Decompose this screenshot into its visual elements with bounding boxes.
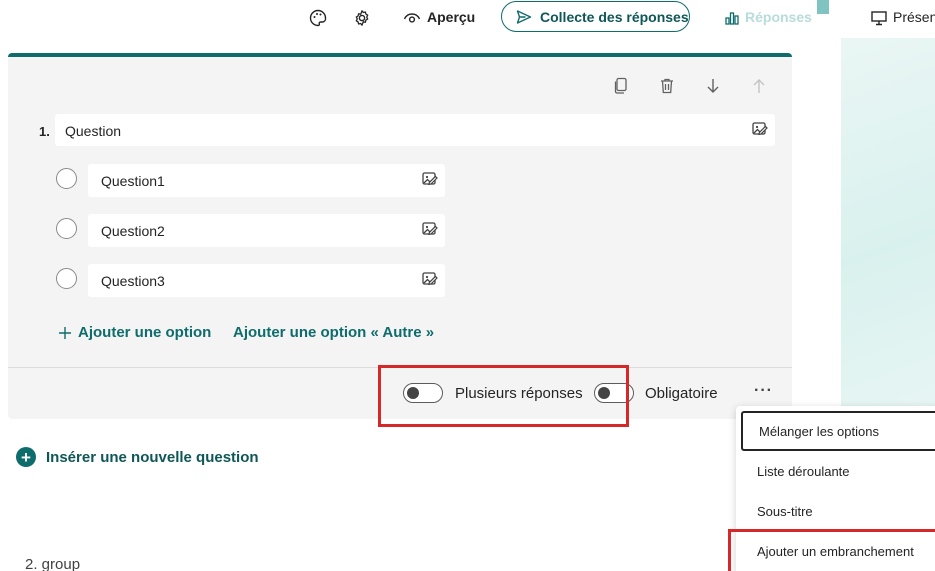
option-radio[interactable]: [56, 268, 77, 289]
option-input[interactable]: Question3: [88, 264, 445, 297]
menu-item-subtitle[interactable]: Sous-titre: [736, 491, 935, 531]
highlight-box: [728, 529, 935, 571]
option-input[interactable]: Question2: [88, 214, 445, 247]
preview-button[interactable]: Aperçu: [427, 9, 475, 25]
insert-question-button[interactable]: + Insérer une nouvelle question: [16, 447, 259, 467]
option-radio[interactable]: [56, 218, 77, 239]
menu-item-dropdown-list[interactable]: Liste déroulante: [736, 451, 935, 491]
insert-media-icon[interactable]: [751, 120, 769, 143]
question-number: 1.: [39, 124, 50, 139]
responses-tab[interactable]: Réponses: [745, 9, 812, 25]
send-icon: [516, 9, 532, 24]
trash-icon[interactable]: [656, 75, 678, 97]
option-label: Question2: [101, 223, 165, 239]
question-title-input[interactable]: Question: [55, 114, 775, 146]
bar-chart-icon[interactable]: [722, 8, 742, 28]
insert-media-icon[interactable]: [421, 220, 439, 243]
collect-responses-button[interactable]: Collecte des réponses: [501, 1, 690, 32]
option-input[interactable]: Question1: [88, 164, 445, 197]
more-options-button[interactable]: ···: [754, 382, 773, 400]
option-label: Question1: [101, 173, 165, 189]
insert-question-label: Insérer une nouvelle question: [46, 448, 259, 466]
present-button[interactable]: Présen: [893, 9, 935, 25]
gear-icon[interactable]: [352, 8, 372, 28]
decorative-block: [817, 0, 829, 14]
palette-icon[interactable]: [308, 8, 328, 28]
insert-media-icon[interactable]: [421, 170, 439, 193]
collect-responses-label: Collecte des réponses: [540, 8, 689, 25]
menu-item-shuffle-options[interactable]: Mélanger les options: [741, 411, 935, 451]
eye-icon[interactable]: [402, 8, 422, 28]
insert-media-icon[interactable]: [421, 270, 439, 293]
add-option-label: Ajouter une option: [78, 324, 212, 341]
plus-circle-icon: +: [16, 447, 36, 467]
required-label: Obligatoire: [645, 385, 718, 402]
add-option-button[interactable]: Ajouter une option: [58, 324, 211, 341]
plus-icon: [59, 326, 71, 339]
next-question-title[interactable]: 2. group: [25, 556, 80, 571]
monitor-icon[interactable]: [869, 8, 889, 28]
question-title-text: Question: [65, 123, 122, 139]
option-radio[interactable]: [56, 168, 77, 189]
top-toolbar: Aperçu Collecte des réponses Réponses Pr…: [0, 0, 935, 38]
add-other-option-button[interactable]: Ajouter une option « Autre »: [233, 324, 434, 341]
arrow-up-icon[interactable]: [748, 75, 770, 97]
copy-icon[interactable]: [610, 75, 632, 97]
card-accent-bar: [8, 53, 792, 57]
highlight-box: [378, 365, 629, 427]
arrow-down-icon[interactable]: [702, 75, 724, 97]
option-label: Question3: [101, 273, 165, 289]
